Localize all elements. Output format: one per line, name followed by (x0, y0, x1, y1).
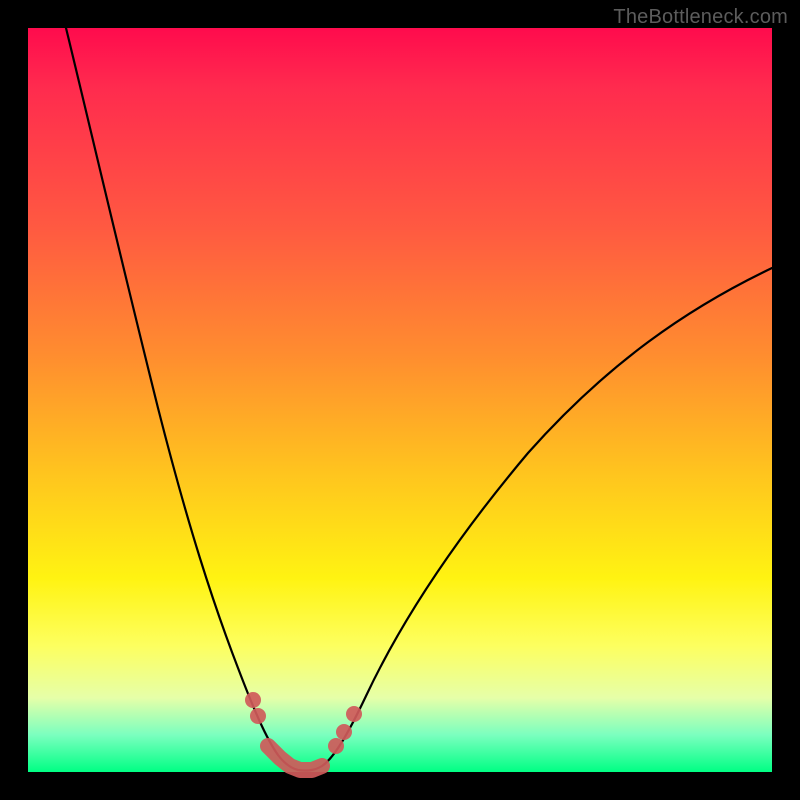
marker-dot (336, 724, 352, 740)
marker-dot (346, 706, 362, 722)
watermark-text: TheBottleneck.com (613, 6, 788, 29)
marker-dot (250, 708, 266, 724)
marker-dot (328, 738, 344, 754)
optimal-range-marker (268, 746, 322, 770)
curve-path (66, 28, 772, 771)
chart-frame: TheBottleneck.com (0, 0, 800, 800)
bottleneck-curve (28, 28, 772, 772)
marker-dot (245, 692, 261, 708)
plot-area (28, 28, 772, 772)
